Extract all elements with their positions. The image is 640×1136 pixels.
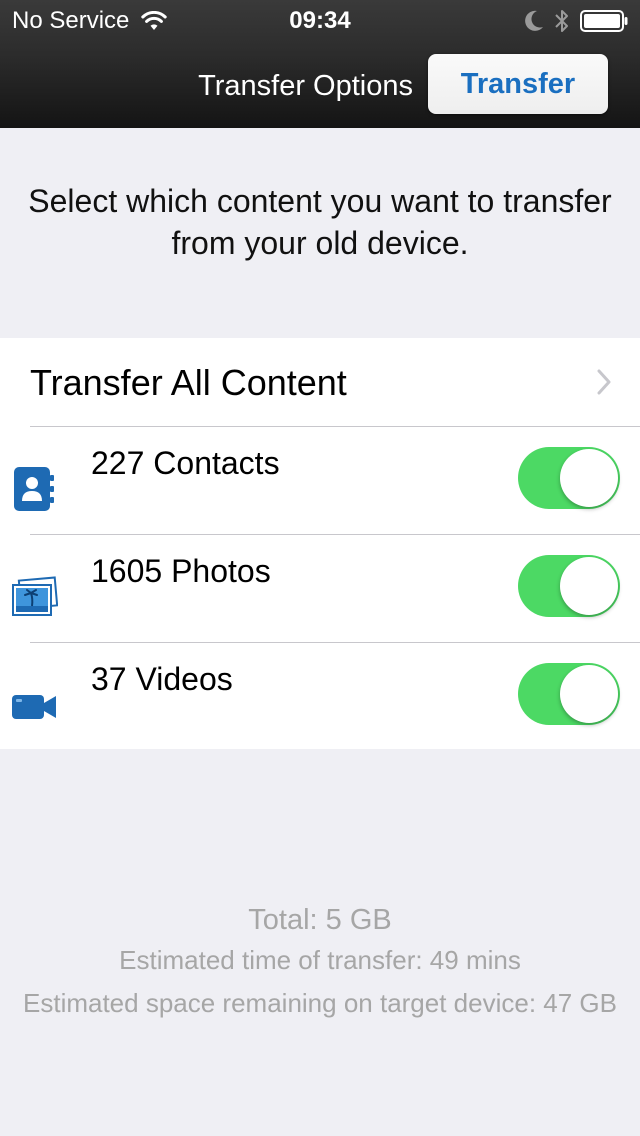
status-bar: No Service 09:34 bbox=[0, 0, 640, 40]
contacts-icon bbox=[14, 467, 54, 511]
toggle-knob bbox=[560, 449, 618, 507]
nav-bar: Transfer Options Transfer bbox=[0, 40, 640, 128]
transfer-all-content-row[interactable]: Transfer All Content bbox=[0, 338, 640, 426]
summary-estimated-time: Estimated time of transfer: 49 mins bbox=[119, 945, 521, 975]
contacts-toggle[interactable] bbox=[518, 447, 620, 509]
photos-icon bbox=[12, 576, 58, 616]
battery-icon bbox=[580, 10, 628, 32]
list-item-contacts: 227 Contacts bbox=[0, 427, 640, 534]
item-label-contacts: 227 Contacts bbox=[91, 445, 280, 481]
status-icons bbox=[524, 8, 628, 34]
list-item-photos: 1605 Photos bbox=[0, 535, 640, 642]
header: No Service 09:34 Transfer Options Transf… bbox=[0, 0, 640, 128]
content-list: Transfer All Content 227 Contacts 1605 P… bbox=[0, 338, 640, 749]
transfer-summary: Total: 5 GB Estimated time of transfer: … bbox=[20, 900, 620, 1020]
photos-toggle[interactable] bbox=[518, 555, 620, 617]
toggle-knob bbox=[560, 557, 618, 615]
video-camera-icon bbox=[12, 695, 56, 719]
list-item-videos: 37 Videos bbox=[0, 643, 640, 750]
bluetooth-icon bbox=[555, 10, 568, 32]
transfer-button[interactable]: Transfer bbox=[428, 54, 608, 114]
instructions-text: Select which content you want to transfe… bbox=[28, 183, 612, 261]
summary-total: Total: 5 GB bbox=[248, 904, 392, 936]
item-label-photos: 1605 Photos bbox=[91, 553, 271, 589]
nav-title: Transfer Options bbox=[198, 70, 413, 102]
videos-toggle[interactable] bbox=[518, 663, 620, 725]
moon-icon bbox=[525, 10, 543, 31]
toggle-knob bbox=[560, 665, 618, 723]
chevron-right-icon bbox=[597, 369, 611, 395]
item-label-videos: 37 Videos bbox=[91, 661, 233, 697]
summary-remaining-space: Estimated space remaining on target devi… bbox=[23, 988, 617, 1018]
transfer-all-label: Transfer All Content bbox=[30, 362, 347, 403]
